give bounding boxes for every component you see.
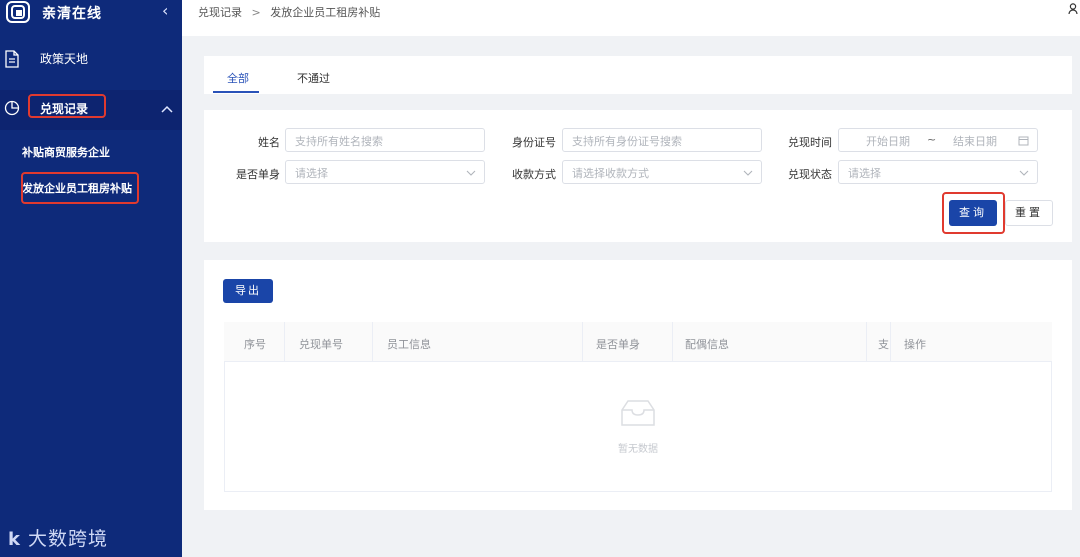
payment-method-label: 收款方式 [512,168,556,181]
breadcrumb: 兑现记录 > 发放企业员工租房补贴 [198,4,380,20]
breadcrumb-parent[interactable]: 兑现记录 [198,6,242,19]
chevron-down-icon [1019,170,1029,176]
chevron-down-icon [743,170,753,176]
tab-all[interactable]: 全部 [227,70,249,86]
active-tab-indicator [213,91,259,93]
empty-box-icon [621,400,655,426]
is-single-label: 是否单身 [236,168,280,181]
highlight-box [21,172,139,204]
logo-icon [6,1,30,23]
highlight-box [942,192,1005,234]
redeem-status-label: 兑现状态 [788,168,832,181]
app-title: 亲清在线 [42,6,102,22]
payment-method-select[interactable]: 请选择收款方式 [562,160,762,184]
document-icon [5,50,19,68]
date-range-separator: ~ [927,133,937,146]
chevron-up-icon[interactable] [160,104,174,114]
breadcrumb-current: 发放企业员工租房补贴 [270,6,381,19]
topbar: 兑现记录 > 发放企业员工租房补贴 [182,0,1080,36]
sidebar-item-label: 政策天地 [40,52,89,66]
col-spouse-info: 配偶信息 [685,338,729,351]
footer-logo: k 大数跨境 [8,528,109,550]
end-date-input[interactable]: 结束日期 [953,133,997,149]
calendar-icon [1018,136,1029,146]
col-payment-truncated: 支 [878,338,889,351]
user-icon[interactable] [1068,3,1078,15]
col-order-number: 兑现单号 [299,338,343,351]
name-input[interactable]: 支持所有姓名搜索 [285,128,485,152]
reset-button[interactable]: 重置 [1005,200,1053,226]
is-single-select[interactable]: 请选择 [285,160,485,184]
tab-rejected[interactable]: 不通过 [297,70,330,86]
start-date-input[interactable]: 开始日期 [866,133,910,149]
redeem-time-label: 兑现时间 [788,136,832,149]
col-index: 序号 [244,338,266,351]
breadcrumb-separator: > [251,6,261,19]
col-is-single: 是否单身 [596,338,640,351]
chevron-down-icon [466,170,476,176]
table-header: 序号 兑现单号 员工信息 是否单身 配偶信息 支 操作 [224,322,1052,362]
export-button[interactable]: 导出 [223,279,273,303]
sidebar: 亲清在线 ‹ 政策天地 兑现记录 补贴商贸服务企业 发放企业员工租房补贴 k 大… [0,0,182,557]
col-employee-info: 员工信息 [387,338,431,351]
sidebar-item-policy[interactable]: 政策天地 [0,48,182,72]
brand: 亲清在线 ‹ [0,0,182,28]
tabs-bar: 全部 不通过 [204,56,1072,94]
col-actions: 操作 [904,338,926,351]
sidebar-subitem-trade[interactable]: 补贴商贸服务企业 [0,143,182,161]
redeem-status-select[interactable]: 请选择 [838,160,1038,184]
collapse-sidebar-icon[interactable]: ‹ [162,1,168,20]
empty-state-text: 暂无数据 [618,444,658,455]
id-number-label: 身份证号 [512,136,556,149]
highlight-box [28,94,106,118]
redeem-date-range[interactable]: 开始日期 ~ 结束日期 [838,128,1038,152]
name-label: 姓名 [258,136,280,149]
clock-pie-icon [4,100,20,116]
id-number-input[interactable]: 支持所有身份证号搜索 [562,128,762,152]
